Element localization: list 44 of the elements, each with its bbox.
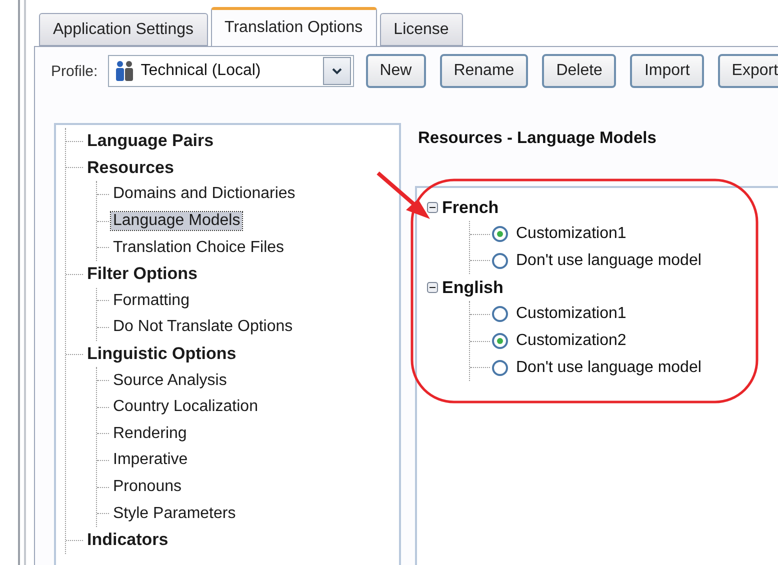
toolbar-button[interactable]: Import — [630, 54, 704, 88]
tree-item[interactable]: Do Not Translate Options — [111, 318, 295, 336]
tree-item[interactable]: Indicators — [85, 530, 170, 550]
option-label: Customization1 — [516, 305, 626, 324]
radio-button[interactable] — [492, 226, 508, 242]
radio-button[interactable] — [492, 333, 508, 350]
option-label: Don't use language model — [516, 252, 702, 270]
radio-button[interactable] — [492, 360, 508, 376]
panel-title: Resources - Language Models — [417, 128, 658, 148]
tree-item[interactable]: Country Localization — [111, 398, 260, 416]
option-label: Customization2 — [516, 332, 626, 350]
toolbar-button[interactable]: Rename — [440, 54, 528, 88]
tab[interactable]: License — [380, 13, 463, 46]
profile-value: Technical (Local) — [140, 62, 262, 80]
annotation-arrow — [376, 171, 430, 219]
radio-button[interactable] — [492, 306, 508, 322]
profile-dropdown[interactable]: Technical (Local) — [108, 55, 354, 87]
tree-item[interactable]: Translation Choice Files — [111, 238, 286, 257]
tree-item[interactable]: Linguistic Options — [85, 344, 238, 364]
toolbar-button[interactable]: New — [366, 54, 426, 88]
tree-item[interactable]: Imperative — [111, 451, 190, 470]
tab[interactable]: Translation Options — [210, 7, 377, 46]
tree-item[interactable]: Style Parameters — [111, 504, 238, 523]
tree-item[interactable]: Language Pairs — [85, 131, 216, 152]
tree-item[interactable]: Pronouns — [111, 478, 184, 496]
language-name: French — [442, 198, 499, 218]
tree-item[interactable]: Domains and Dictionaries — [111, 185, 298, 204]
radio-button[interactable] — [492, 252, 508, 269]
language-name: English — [442, 278, 504, 298]
tree-item[interactable]: Filter Options — [85, 264, 200, 284]
tree-item[interactable]: Formatting — [111, 292, 192, 310]
users-icon — [114, 60, 135, 82]
tree-item[interactable]: Language Models — [111, 212, 242, 230]
toolbar-button[interactable]: Export — [718, 54, 778, 88]
option-label: Don't use language model — [516, 358, 702, 377]
tree-item[interactable]: Source Analysis — [111, 372, 229, 390]
tab[interactable]: Application Settings — [39, 13, 208, 46]
collapse-icon[interactable] — [427, 282, 438, 294]
tree-item[interactable]: Resources — [85, 158, 176, 178]
profile-label: Profile: — [51, 62, 98, 80]
toolbar-button[interactable]: Delete — [542, 54, 616, 88]
collapse-icon[interactable] — [427, 202, 438, 213]
tree-item[interactable]: Rendering — [111, 424, 189, 443]
option-label: Customization1 — [516, 225, 626, 244]
